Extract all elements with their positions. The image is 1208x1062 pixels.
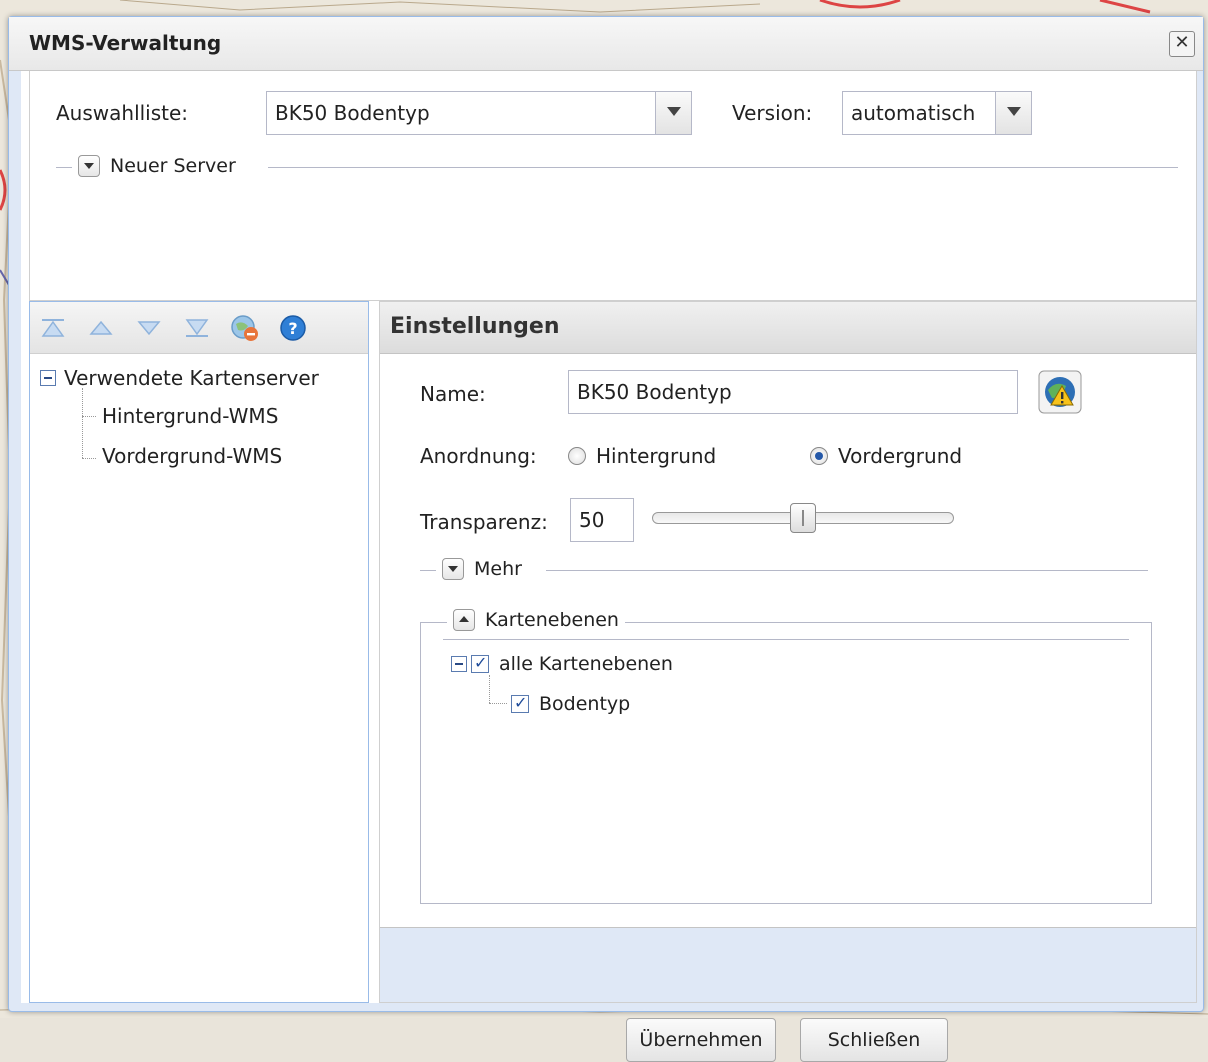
- move-down-icon[interactable]: [134, 314, 164, 342]
- version-value: automatisch: [851, 101, 976, 125]
- server-tree-panel: ? Verwendete Kartenserver Hintergrund-WM…: [29, 301, 369, 1003]
- move-top-icon[interactable]: [38, 314, 68, 342]
- window-header[interactable]: WMS-Verwaltung ✕: [9, 17, 1203, 71]
- tree-toolbar: ?: [30, 302, 368, 354]
- expand-toggle-icon[interactable]: [78, 155, 100, 177]
- settings-title: Einstellungen: [390, 314, 560, 339]
- checkbox-layer[interactable]: [511, 693, 529, 713]
- collapse-icon[interactable]: [451, 656, 467, 672]
- selection-list-value: BK50 Bodentyp: [275, 101, 430, 125]
- radio-button[interactable]: [568, 447, 586, 465]
- tree-item-vordergrund[interactable]: Vordergrund-WMS: [102, 444, 282, 468]
- layer-item-label: Bodentyp: [539, 693, 631, 715]
- tree-connector: [489, 675, 490, 703]
- settings-panel: Einstellungen Name: BK50 Bodentyp Anordn…: [379, 301, 1197, 1062]
- collapse-icon[interactable]: [40, 370, 56, 386]
- move-up-icon[interactable]: [86, 314, 116, 342]
- more-legend[interactable]: Mehr: [442, 558, 522, 580]
- expand-toggle-icon[interactable]: [442, 558, 464, 580]
- layers-fieldset: Kartenebenen alle Kartenebenen Bodentyp: [420, 609, 1152, 904]
- server-selection-panel: Auswahlliste: BK50 Bodentyp Version: aut…: [29, 71, 1197, 301]
- radio-hintergrund[interactable]: Hintergrund: [568, 444, 716, 468]
- move-bottom-icon[interactable]: [182, 314, 212, 342]
- remove-server-icon[interactable]: [230, 314, 260, 342]
- transparency-field[interactable]: 50: [570, 498, 634, 542]
- chevron-down-icon[interactable]: [655, 92, 691, 134]
- tree-connector: [82, 458, 96, 459]
- apply-button[interactable]: Übernehmen: [626, 1018, 776, 1062]
- layer-item-bodentyp[interactable]: Bodentyp: [511, 693, 630, 715]
- fieldset-line: [56, 167, 72, 168]
- settings-form: Name: BK50 Bodentyp Anordnung: Hintergru…: [380, 354, 1196, 928]
- fieldset-line: [420, 570, 436, 571]
- layer-warning-icon[interactable]: [1038, 370, 1082, 414]
- version-label: Version:: [732, 101, 813, 125]
- name-field[interactable]: BK50 Bodentyp: [568, 370, 1018, 414]
- close-icon[interactable]: ✕: [1169, 31, 1195, 57]
- help-icon[interactable]: ?: [278, 314, 308, 342]
- tree-item-hintergrund[interactable]: Hintergrund-WMS: [102, 404, 278, 428]
- more-label: Mehr: [474, 558, 522, 580]
- fieldset-line: [443, 639, 1129, 640]
- layers-legend[interactable]: Kartenebenen: [447, 609, 625, 631]
- settings-header: Einstellungen: [380, 302, 1196, 354]
- tree-connector: [82, 388, 83, 458]
- checkbox-all-layers[interactable]: [471, 653, 489, 673]
- new-server-legend[interactable]: Neuer Server: [78, 155, 236, 177]
- radio-button[interactable]: [810, 447, 828, 465]
- radio-vordergrund[interactable]: Vordergrund: [810, 444, 962, 468]
- transparency-slider-thumb[interactable]: [790, 503, 816, 533]
- selection-list-combo[interactable]: BK50 Bodentyp: [266, 91, 692, 135]
- window-body: Auswahlliste: BK50 Bodentyp Version: aut…: [21, 71, 1197, 1062]
- fieldset-line: [546, 570, 1148, 571]
- tree-item-label: Vordergrund-WMS: [102, 444, 283, 468]
- new-server-label: Neuer Server: [110, 155, 236, 177]
- order-label: Anordnung:: [420, 444, 537, 468]
- tree-connector: [82, 416, 96, 417]
- tree-root-node[interactable]: Verwendete Kartenserver: [40, 366, 319, 390]
- name-label: Name:: [420, 382, 486, 406]
- layers-label: Kartenebenen: [485, 609, 619, 631]
- layer-all-label: alle Kartenebenen: [499, 653, 673, 675]
- fieldset-line: [268, 167, 1178, 168]
- radio-label: Hintergrund: [596, 444, 717, 468]
- radio-label: Vordergrund: [838, 444, 963, 468]
- collapse-toggle-icon[interactable]: [453, 609, 475, 631]
- transparency-label: Transparenz:: [420, 510, 548, 534]
- layer-all-node[interactable]: alle Kartenebenen: [451, 653, 673, 675]
- chevron-down-icon[interactable]: [995, 92, 1031, 134]
- wms-management-window: WMS-Verwaltung ✕ Auswahlliste: BK50 Bode…: [8, 16, 1204, 1062]
- svg-text:?: ?: [288, 319, 297, 338]
- close-button[interactable]: Schließen: [800, 1018, 948, 1062]
- tree-root-label: Verwendete Kartenserver: [64, 366, 319, 390]
- tree-connector: [489, 703, 507, 704]
- selection-list-label: Auswahlliste:: [56, 101, 189, 125]
- version-combo[interactable]: automatisch: [842, 91, 1032, 135]
- window-title: WMS-Verwaltung: [29, 31, 222, 55]
- tree-item-label: Hintergrund-WMS: [102, 404, 279, 428]
